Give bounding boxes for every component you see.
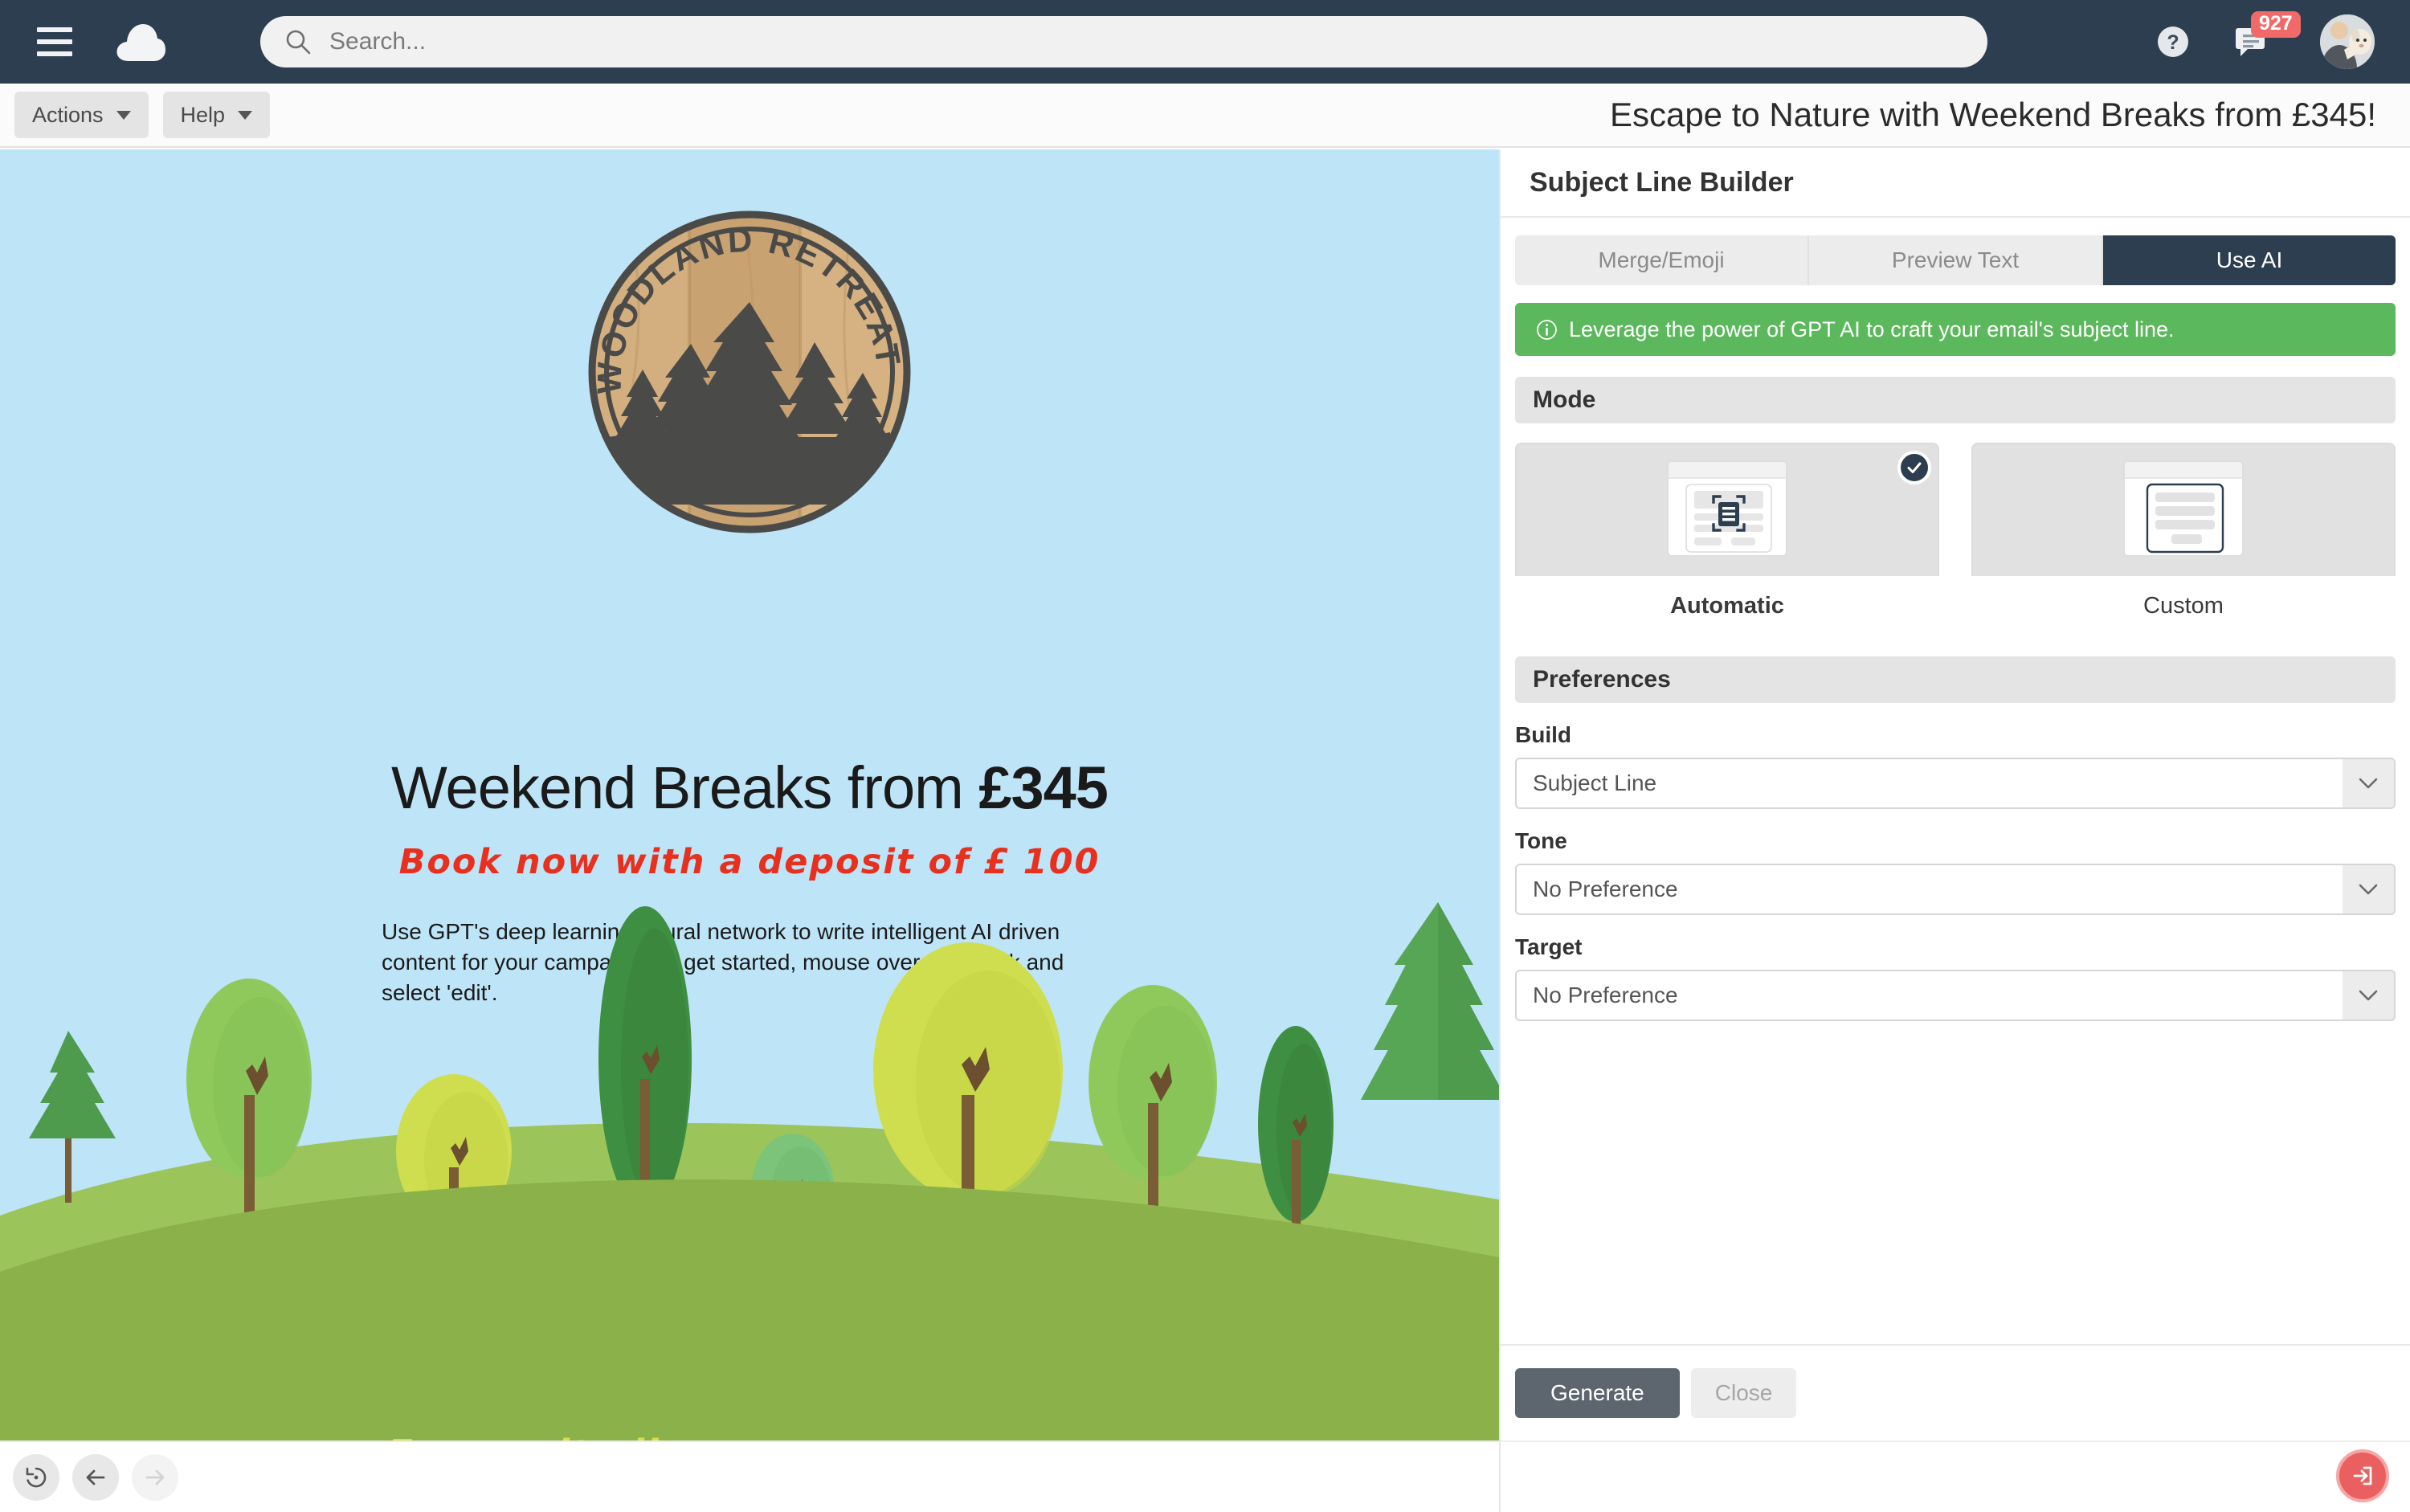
messages-button[interactable]: 927 <box>2235 11 2301 60</box>
panel-divider <box>1501 216 2410 218</box>
mode-section-heading: Mode <box>1515 377 2396 423</box>
chevron-down-icon <box>116 110 131 120</box>
build-select[interactable]: Subject Line <box>1515 758 2396 809</box>
help-question-icon[interactable]: ? <box>2155 23 2191 60</box>
history-restore-icon[interactable] <box>13 1453 59 1501</box>
enter-arrow-icon[interactable] <box>2336 1449 2389 1502</box>
info-alert-banner: Leverage the power of GPT AI to craft yo… <box>1515 303 2396 356</box>
headline-price: £345 <box>978 754 1109 821</box>
field-tone: Tone No Preference <box>1515 828 2396 915</box>
top-navigation-bar: ? 927 <box>0 0 2410 84</box>
hamburger-menu-icon[interactable] <box>37 27 72 56</box>
mode-card-group: Automatic Custom <box>1515 443 2396 635</box>
auto-layout-thumb-icon <box>1667 460 1787 557</box>
search-input[interactable] <box>329 28 1856 55</box>
subject-line-builder-panel: Subject Line Builder Merge/Emoji Preview… <box>1499 149 2410 1512</box>
alert-text: Leverage the power of GPT AI to craft yo… <box>1569 317 2175 341</box>
help-label: Help <box>180 102 226 127</box>
target-select-value: No Preference <box>1533 983 1678 1007</box>
email-subheadline: Book now with a deposit of £ 100 <box>398 842 1101 882</box>
arrow-left-icon[interactable] <box>72 1453 119 1501</box>
tone-select[interactable]: No Preference <box>1515 864 2396 915</box>
help-dropdown-button[interactable]: Help <box>162 92 271 138</box>
user-avatar[interactable] <box>2320 14 2375 69</box>
actions-label: Actions <box>32 102 104 127</box>
field-build: Build Subject Line <box>1515 722 2396 809</box>
actions-dropdown-button[interactable]: Actions <box>14 92 149 138</box>
check-circle-icon <box>1897 451 1931 484</box>
close-button[interactable]: Close <box>1690 1368 1797 1418</box>
panel-title: Subject Line Builder <box>1530 167 1794 198</box>
tone-select-value: No Preference <box>1533 877 1678 901</box>
generate-button[interactable]: Generate <box>1515 1368 1680 1418</box>
tab-use-ai[interactable]: Use AI <box>2103 235 2396 285</box>
email-preview-canvas[interactable]: WOODLAND RETREATS Weekend Breaks from £3… <box>0 149 1499 1440</box>
svg-text:?: ? <box>2167 31 2179 54</box>
canvas-bottom-bar <box>0 1440 1499 1512</box>
mode-card-custom[interactable]: Custom <box>1971 443 2396 635</box>
tab-merge-emoji[interactable]: Merge/Emoji <box>1515 235 1809 285</box>
tab-preview-text[interactable]: Preview Text <box>1809 235 2103 285</box>
chevron-down-icon[interactable] <box>2343 865 2394 913</box>
field-label-tone: Tone <box>1515 828 1567 853</box>
search-icon <box>286 30 311 55</box>
chevron-down-icon <box>238 110 253 120</box>
build-select-value: Subject Line <box>1533 770 1657 795</box>
search-bar[interactable] <box>260 16 1987 67</box>
field-target: Target No Preference <box>1515 934 2396 1021</box>
messages-count-badge: 927 <box>2251 11 2301 38</box>
target-select[interactable]: No Preference <box>1515 970 2396 1021</box>
field-label-target: Target <box>1515 934 1583 959</box>
woodland-retreats-logo: WOODLAND RETREATS <box>572 177 914 537</box>
escape-section-title: Escape it all <box>387 1432 660 1440</box>
arrow-right-icon <box>132 1453 178 1501</box>
custom-layout-thumb-icon <box>2123 460 2244 557</box>
field-label-build: Build <box>1515 722 1571 747</box>
chevron-down-icon[interactable] <box>2343 971 2394 1020</box>
forest-illustration <box>0 894 1499 1440</box>
subject-line-preview: Escape to Nature with Weekend Breaks fro… <box>1609 96 2376 133</box>
topbar-right-cluster: ? 927 <box>2155 0 2375 84</box>
panel-bottom-bar <box>1501 1440 2410 1512</box>
chevron-down-icon[interactable] <box>2343 759 2394 807</box>
secondary-toolbar: Actions Help Escape to Nature with Weeke… <box>0 84 2410 148</box>
cloud-logo-icon[interactable] <box>114 21 167 63</box>
panel-footer: Generate Close <box>1501 1344 2410 1440</box>
mode-label-automatic: Automatic <box>1515 576 1939 635</box>
panel-tab-group: Merge/Emoji Preview Text Use AI <box>1515 235 2396 285</box>
headline-prefix: Weekend Breaks from <box>391 754 979 821</box>
mode-card-automatic[interactable]: Automatic <box>1515 443 1939 635</box>
mode-label-custom: Custom <box>1971 576 2396 635</box>
preferences-section-heading: Preferences <box>1515 656 2396 703</box>
email-headline: Weekend Breaks from £345 <box>0 754 1499 822</box>
info-circle-icon <box>1537 319 1557 340</box>
